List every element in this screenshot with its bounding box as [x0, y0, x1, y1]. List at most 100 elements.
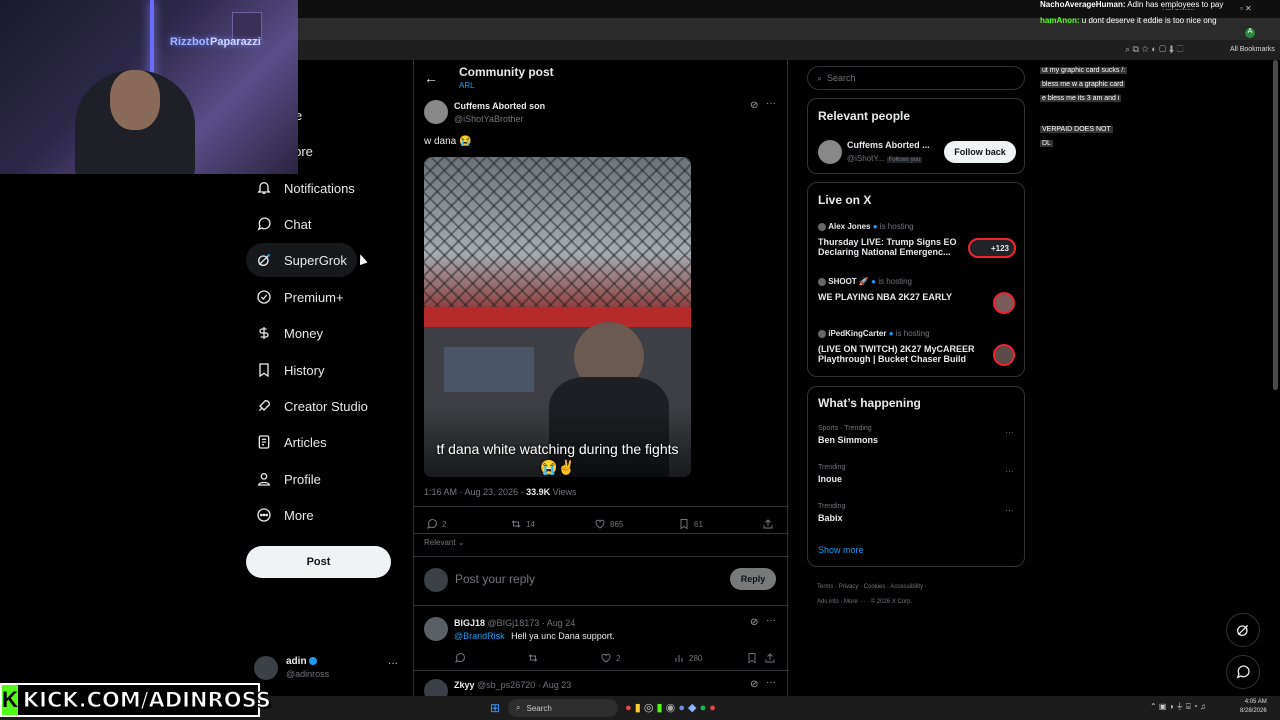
video-caption: tf dana white watching during the fights…: [436, 441, 679, 475]
grok-icon[interactable]: ⊘: [750, 679, 758, 690]
chat-icon: [257, 217, 271, 231]
reply-button[interactable]: Reply: [730, 568, 776, 590]
nav-more[interactable]: More: [246, 498, 324, 532]
reply-author[interactable]: Zkyy: [454, 680, 475, 690]
window-controls[interactable]: ▫ ✕: [1240, 4, 1252, 13]
mouse-cursor: [356, 252, 368, 266]
more-dots-icon[interactable]: ···: [766, 615, 776, 626]
avatar[interactable]: [424, 617, 448, 641]
reply-author[interactable]: BIGJ18: [454, 618, 485, 628]
live-on-x-card: Live on X Alex Jones ● is hosting Thursd…: [807, 182, 1025, 377]
trend-item[interactable]: Trending Babix: [818, 503, 1018, 523]
share-action[interactable]: [762, 518, 778, 530]
all-bookmarks[interactable]: All Bookmarks: [1230, 46, 1275, 53]
avatar: [424, 568, 448, 592]
system-tray-icons[interactable]: ⌃ ▣ ◑ ⏚ ⌸ ◔ ♫: [1150, 701, 1206, 712]
browser-toolbar-icons[interactable]: ⌕ ⧉ ☆ ◐ ▢ ⬇ ⬚: [1125, 44, 1184, 55]
post-author[interactable]: Cuffems Aborted son: [454, 101, 545, 111]
kick-url: KICK.COM/ADINROSS: [22, 688, 271, 713]
person-name[interactable]: Cuffems Aborted ...: [847, 140, 930, 150]
account-switcher[interactable]: adin @adinross ···: [254, 654, 404, 684]
footer-link-terms[interactable]: Terms: [817, 584, 833, 590]
more-dots-icon[interactable]: ···: [1005, 427, 1014, 437]
grok-icon[interactable]: ⊘: [750, 617, 758, 628]
trend-item[interactable]: Trending Inoue: [818, 464, 1018, 484]
live-item[interactable]: iPedKingCarter ● is hosting (LIVE ON TWI…: [818, 329, 1018, 364]
nav-label-notifications: Notifications: [284, 180, 355, 196]
nav-label-profile: Profile: [284, 471, 321, 487]
nav-premium[interactable]: Premium+: [246, 280, 354, 314]
scrollbar[interactable]: [1273, 60, 1278, 390]
verified-icon: ●: [871, 277, 876, 286]
more-dots-icon[interactable]: ···: [1005, 466, 1014, 476]
nav-history[interactable]: History: [246, 353, 334, 387]
nav-money[interactable]: Money: [246, 316, 333, 350]
grok-icon: [1237, 624, 1249, 636]
repost-action[interactable]: [527, 652, 543, 664]
avatar[interactable]: [818, 140, 842, 164]
nav-label-articles: Articles: [284, 434, 327, 450]
bookmark-icon: [259, 363, 269, 378]
post-button[interactable]: Post: [246, 546, 391, 578]
like-action[interactable]: 865: [594, 518, 623, 530]
whats-happening-card: What’s happening Sports · Trending Ben S…: [807, 386, 1025, 567]
more-dots-icon[interactable]: ···: [388, 658, 398, 669]
reply-action[interactable]: 2: [426, 518, 446, 530]
live-item[interactable]: SHOOT 🚀 ● is hosting WE PLAYING NBA 2K27…: [818, 277, 1018, 302]
bookmark-icon: [680, 519, 688, 530]
taskbar-clock[interactable]: 4:05 AM 8/28/2026: [1240, 698, 1267, 716]
views-action[interactable]: 280: [673, 652, 702, 664]
repost-action[interactable]: 14: [510, 518, 535, 530]
footer-link-cookies[interactable]: Cookies: [864, 584, 886, 590]
post-handle[interactable]: @iShotYaBrother: [454, 114, 524, 124]
profile-avatar[interactable]: A: [1245, 28, 1255, 38]
avatar: [818, 222, 826, 231]
bookmark-action[interactable]: 61: [678, 518, 703, 530]
back-arrow-icon[interactable]: ←: [424, 70, 438, 86]
mention-link[interactable]: @BrandRisk: [454, 631, 505, 641]
nav-creator-studio[interactable]: Creator Studio: [246, 389, 378, 423]
nav-label-creator-studio: Creator Studio: [284, 398, 368, 414]
chat-float-button[interactable]: [1226, 655, 1260, 689]
live-avatar[interactable]: [993, 344, 1015, 366]
search-input[interactable]: ⌕ Search: [807, 66, 1025, 90]
live-listeners-badge[interactable]: +123: [968, 238, 1016, 258]
grok-float-button[interactable]: [1226, 613, 1260, 647]
reply-text: @BrandRisk Hell ya unc Dana support.: [454, 631, 615, 641]
show-more-link[interactable]: Show more: [818, 545, 864, 555]
nav-articles[interactable]: Articles: [246, 425, 337, 459]
footer-link-privacy[interactable]: Privacy: [839, 584, 859, 590]
like-action[interactable]: 2: [600, 652, 620, 664]
sort-dropdown[interactable]: Relevant ⌄: [424, 538, 465, 547]
taskbar-search[interactable]: ⌕ Search: [508, 699, 618, 717]
reply-action[interactable]: [454, 652, 470, 664]
post-video[interactable]: tf dana white watching during the fights…: [424, 157, 691, 477]
follow-back-button[interactable]: Follow back: [944, 141, 1016, 163]
reply-meta: @sb_ps26720 · Aug 23: [477, 680, 572, 690]
chat-overlay-line: DL: [1040, 140, 1053, 147]
nav-notifications[interactable]: Notifications: [246, 171, 365, 205]
more-dots-icon[interactable]: ···: [766, 677, 776, 688]
money-icon: [259, 327, 269, 339]
more-dots-icon[interactable]: ···: [1005, 505, 1014, 515]
repost-icon: [511, 520, 521, 528]
taskbar-apps[interactable]: ● ▮ ◎ ▮ ◉ ● ◆ ● ●: [625, 701, 716, 714]
avatar[interactable]: [424, 100, 448, 124]
nav-profile[interactable]: Profile: [246, 462, 331, 496]
more-dots-icon[interactable]: ···: [766, 98, 776, 109]
bookmark-action[interactable]: [746, 652, 762, 664]
trend-item[interactable]: Sports · Trending Ben Simmons: [818, 425, 1018, 445]
share-action[interactable]: [764, 652, 780, 664]
nav-chat[interactable]: Chat: [246, 207, 321, 241]
reply-input[interactable]: Post your reply: [455, 572, 535, 586]
footer-link-accessibility[interactable]: Accessibility: [890, 584, 923, 590]
footer-link-more[interactable]: More ···: [844, 599, 865, 605]
live-avatar[interactable]: [993, 292, 1015, 314]
footer-link-ads[interactable]: Ads info: [817, 599, 839, 605]
community-link[interactable]: ARL: [459, 81, 475, 90]
windows-start-icon[interactable]: ⊞: [490, 701, 500, 715]
grok-icon[interactable]: ⊘: [750, 100, 758, 111]
nav-supergrok[interactable]: SuperGrok: [246, 243, 357, 277]
share-icon: [763, 519, 773, 529]
card-title: Live on X: [818, 193, 872, 207]
